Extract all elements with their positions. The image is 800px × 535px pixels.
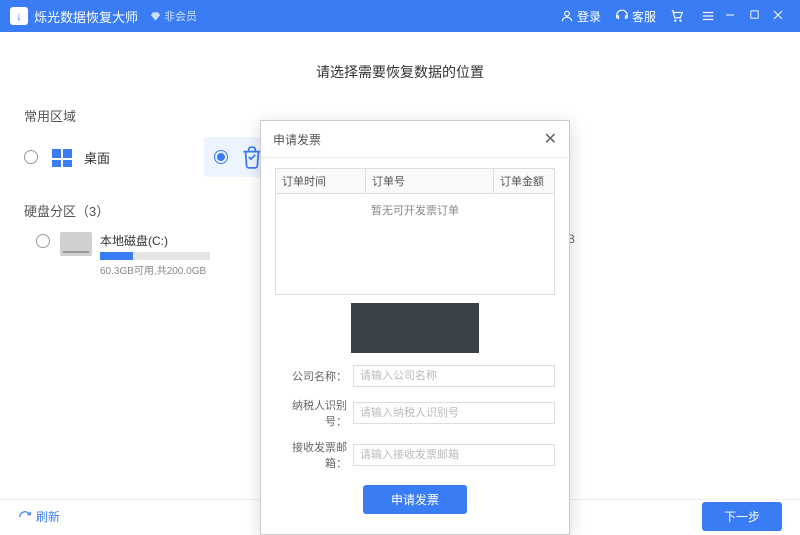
col-order-no: 订单号 [366,169,494,193]
close-icon [772,9,784,21]
user-icon [560,9,574,23]
invoice-modal: 申请发票 ✕ 订单时间 订单号 订单金额 暂无可开发票订单 公司名称： 纳税人识… [260,120,570,535]
maximize-button[interactable] [742,9,766,23]
email-input[interactable] [353,444,555,466]
tax-input[interactable] [353,402,555,424]
submit-invoice-button[interactable]: 申请发票 [363,485,467,514]
refresh-button[interactable]: 刷新 [18,508,60,525]
app-title: 烁光数据恢复大师 [34,7,138,26]
radio-icon [36,234,50,248]
radio-icon [214,150,228,164]
radio-icon [24,150,38,164]
desktop-label: 桌面 [84,148,110,167]
login-button[interactable]: 登录 [560,8,601,25]
cart-icon [670,9,684,23]
col-order-time: 订单时间 [276,169,366,193]
headset-icon [615,9,629,23]
titlebar: ↓ 烁光数据恢复大师 非会员 登录 客服 [0,0,800,32]
diamond-icon [150,11,161,22]
tax-label: 纳税人识别号： [275,397,347,429]
col-order-amount: 订单金额 [494,169,554,193]
member-badge: 非会员 [150,8,197,24]
menu-icon [701,9,715,23]
minimize-button[interactable] [718,9,742,24]
email-label: 接收发票邮箱： [275,439,347,471]
next-button[interactable]: 下一步 [702,502,782,531]
hard-drive-icon [60,232,92,256]
modal-close-button[interactable]: ✕ [544,129,557,149]
disk-size-text: 60.3GB可用,共200.0GB [100,262,210,277]
disk-usage-bar [100,252,210,260]
company-input[interactable] [353,365,555,387]
order-table: 订单时间 订单号 订单金额 暂无可开发票订单 [275,168,555,295]
cart-button[interactable] [670,9,687,23]
desktop-icon [48,143,76,171]
area-desktop[interactable]: 桌面 [24,137,204,177]
image-placeholder [351,303,479,353]
close-window-button[interactable] [766,9,790,24]
maximize-icon [749,9,760,20]
order-empty-text: 暂无可开发票订单 [276,194,554,294]
support-button[interactable]: 客服 [615,8,656,25]
company-label: 公司名称： [275,368,347,384]
disk-name: 本地磁盘(C:) [100,232,210,249]
minimize-icon [724,9,736,21]
page-heading: 请选择需要恢复数据的位置 [24,62,776,82]
menu-button[interactable] [701,9,718,23]
modal-title: 申请发票 [273,131,544,148]
app-logo-icon: ↓ [10,7,28,25]
refresh-icon [18,510,32,524]
